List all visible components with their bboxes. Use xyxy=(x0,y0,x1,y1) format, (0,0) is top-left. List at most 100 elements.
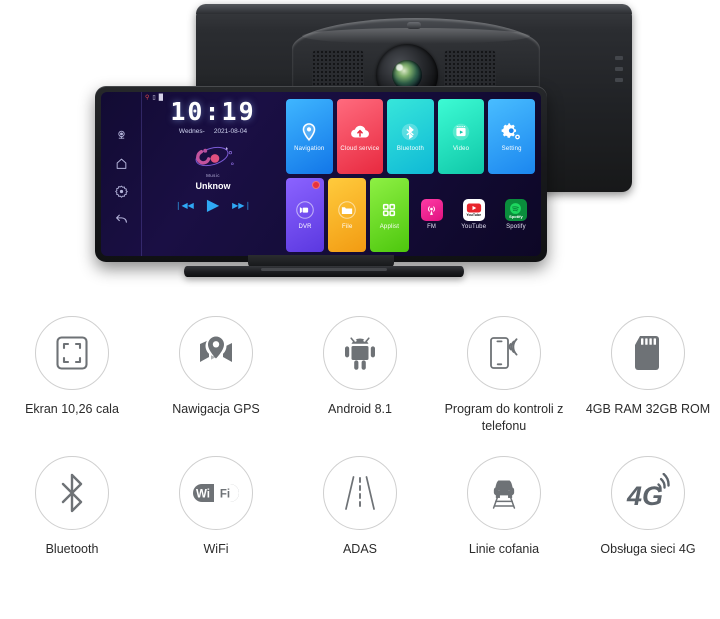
voice-assistant-icon[interactable] xyxy=(115,129,128,142)
app-row-2: DVR File Applist FM YouTube YouTube Spot… xyxy=(286,177,535,253)
feature-row-1: Ekran 10,26 cala Nawigacja GPS Android 8… xyxy=(0,294,720,444)
feature-icon-circle: 4G xyxy=(611,456,685,530)
app-label: Bluetooth xyxy=(396,145,425,152)
app-label: Navigation xyxy=(294,145,325,152)
cloud-upload-icon xyxy=(349,121,371,143)
app-label: YouTube xyxy=(461,224,487,231)
music-track-title: Unknow xyxy=(195,181,231,191)
feature-label: Android 8.1 xyxy=(328,402,392,416)
feature-icon-circle xyxy=(611,316,685,390)
app-label: Cloud service xyxy=(340,145,380,152)
app-grid: Navigation Cloud service Bluetooth Video… xyxy=(284,92,541,256)
dashcam-monitor-unit: ⚲ ▯ █ 10:19 Wednes- 2021-08-04 Music Unk… xyxy=(95,86,547,262)
gps-off-icon: ⚲ xyxy=(145,95,150,101)
back-icon[interactable] xyxy=(115,213,128,226)
app-label: Setting xyxy=(501,145,522,152)
app-tile-dvr[interactable]: DVR xyxy=(286,177,325,252)
app-tile-youtube[interactable]: YouTube YouTube xyxy=(455,178,493,253)
status-bar: ⚲ ▯ █ xyxy=(145,95,163,101)
next-track-button[interactable]: ▶▶❘ xyxy=(232,202,251,210)
screen-side-rail xyxy=(101,92,142,256)
device-stand-base xyxy=(184,266,464,277)
bluetooth-icon xyxy=(399,121,421,143)
feature-adas: ADAS xyxy=(288,444,432,604)
product-hero-image: ⚲ ▯ █ 10:19 Wednes- 2021-08-04 Music Unk… xyxy=(0,0,720,292)
map-pin-icon xyxy=(298,121,320,143)
app-tile-spotify[interactable]: Spotify Spotify xyxy=(497,178,535,253)
clock-date: 2021-08-04 xyxy=(213,128,248,135)
feature-icon-circle xyxy=(35,456,109,530)
clock-date-row: Wednes- 2021-08-04 xyxy=(179,128,247,135)
home-icon[interactable] xyxy=(115,157,128,170)
youtube-icon: YouTube xyxy=(462,199,485,222)
feature-4g-network: 4G Obsługa sieci 4G xyxy=(576,444,720,604)
app-label: FM xyxy=(427,224,437,231)
app-label: File xyxy=(342,224,353,231)
feature-grid: Ekran 10,26 cala Nawigacja GPS Android 8… xyxy=(0,292,720,604)
svg-text:Wi: Wi xyxy=(196,488,210,500)
dvr-notification-badge xyxy=(312,180,321,189)
camera-top-sensor xyxy=(407,22,421,29)
feature-icon-circle xyxy=(179,316,253,390)
feature-label: 4GB RAM 32GB ROM xyxy=(585,402,711,416)
sim-icon: ▯ xyxy=(152,95,156,101)
svg-text:4G: 4G xyxy=(626,481,663,511)
feature-label: Nawigacja GPS xyxy=(172,402,260,416)
feature-screen-size: Ekran 10,26 cala xyxy=(0,294,144,444)
feature-icon-circle xyxy=(35,316,109,390)
clock-weekday: Wednes- xyxy=(178,128,205,135)
music-caption: Music xyxy=(206,173,220,178)
feature-label: Obsługa sieci 4G xyxy=(600,542,696,556)
feature-label: Ekran 10,26 cala xyxy=(25,402,119,416)
feature-label: ADAS xyxy=(342,542,378,556)
feature-label: WiFi xyxy=(203,542,229,556)
feature-memory: 4GB RAM 32GB ROM xyxy=(576,294,720,444)
clock-time: 10:19 xyxy=(170,97,256,126)
spotify-wordmark: Spotify xyxy=(509,214,523,219)
feature-icon-circle xyxy=(323,456,397,530)
video-play-icon xyxy=(450,121,472,143)
app-label: Video xyxy=(452,145,470,152)
app-tile-video[interactable]: Video xyxy=(437,99,485,174)
music-album-art xyxy=(184,142,242,172)
app-label: Applist xyxy=(379,224,400,231)
folder-icon xyxy=(336,199,358,221)
dvr-camera-icon xyxy=(294,199,316,221)
signal-icon: █ xyxy=(158,95,163,101)
app-label: Spotify xyxy=(506,224,526,231)
feature-icon-circle xyxy=(323,316,397,390)
prev-track-button[interactable]: ❘◀◀ xyxy=(175,202,194,210)
grid-apps-icon xyxy=(378,199,400,221)
app-tile-navigation[interactable]: Navigation xyxy=(286,99,333,174)
app-tile-setting[interactable]: Setting xyxy=(488,99,535,174)
radio-tower-icon xyxy=(420,199,443,222)
app-tile-file[interactable]: File xyxy=(328,177,367,252)
youtube-wordmark: YouTube xyxy=(466,212,482,217)
app-label: DVR xyxy=(298,224,312,231)
device-screen: ⚲ ▯ █ 10:19 Wednes- 2021-08-04 Music Unk… xyxy=(101,92,541,256)
feature-label: Bluetooth xyxy=(45,542,99,556)
app-row-1: Navigation Cloud service Bluetooth Video… xyxy=(286,99,535,174)
feature-wifi: Wi Fi WiFi xyxy=(144,444,288,604)
svg-text:Fi: Fi xyxy=(220,488,230,500)
app-tile-fm[interactable]: FM xyxy=(413,178,451,253)
app-tile-bluetooth[interactable]: Bluetooth xyxy=(387,99,434,174)
feature-icon-circle xyxy=(467,456,541,530)
settings-icon[interactable] xyxy=(114,185,128,198)
app-tile-cloud-service[interactable]: Cloud service xyxy=(336,99,384,174)
feature-gps-navigation: Nawigacja GPS xyxy=(144,294,288,444)
feature-android-version: Android 8.1 xyxy=(288,294,432,444)
feature-row-2: Bluetooth Wi Fi WiFi ADAS Linie cofania … xyxy=(0,444,720,604)
gear-icon xyxy=(501,121,523,143)
feature-label: Linie cofania xyxy=(468,542,540,556)
feature-phone-control: Program do kontroli z telefonu xyxy=(432,294,576,444)
play-button[interactable]: ▶ xyxy=(207,198,219,214)
app-tile-applist[interactable]: Applist xyxy=(370,177,409,252)
spotify-icon: Spotify xyxy=(504,199,527,222)
feature-icon-circle: Wi Fi xyxy=(179,456,253,530)
feature-label: Program do kontroli z telefonu xyxy=(444,402,564,433)
feature-bluetooth: Bluetooth xyxy=(0,444,144,604)
side-buttons xyxy=(615,56,623,82)
clock-music-panel: 10:19 Wednes- 2021-08-04 Music Unknow ❘◀… xyxy=(142,92,284,256)
feature-reverse-lines: Linie cofania xyxy=(432,444,576,604)
